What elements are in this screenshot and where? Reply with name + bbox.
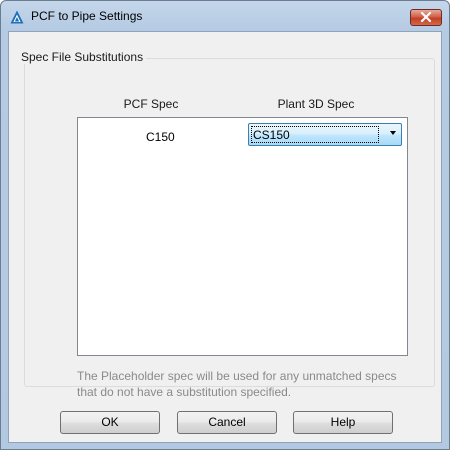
chevron-down-icon[interactable] <box>390 131 396 135</box>
close-button[interactable] <box>410 9 442 26</box>
dialog-client-area: PCF Spec Plant 3D Spec C150 CS150 The Pl… <box>8 31 442 443</box>
title-bar[interactable]: PCF to Pipe Settings <box>1 1 449 31</box>
substitutions-list[interactable]: C150 CS150 <box>77 117 408 356</box>
help-button[interactable]: Help <box>293 411 393 434</box>
spec-substitutions-group: PCF Spec Plant 3D Spec C150 CS150 The Pl… <box>24 58 435 399</box>
pcf-spec-column-header: PCF Spec <box>123 97 179 111</box>
group-label: Spec File Substitutions <box>18 50 147 64</box>
ok-button[interactable]: OK <box>60 411 160 434</box>
window-title: PCF to Pipe Settings <box>31 9 143 23</box>
placeholder-note: The Placeholder spec will be used for an… <box>77 369 397 399</box>
cancel-button[interactable]: Cancel <box>177 411 277 434</box>
autodesk-app-icon <box>10 10 24 24</box>
pcf-spec-cell: C150 <box>146 130 175 144</box>
close-icon <box>420 9 432 27</box>
plant3d-spec-selected-value: CS150 <box>251 126 379 143</box>
dialog-window: PCF to Pipe Settings PCF Spec Plant 3D S… <box>0 0 450 450</box>
plant3d-spec-dropdown[interactable]: CS150 <box>248 123 402 146</box>
plant3d-spec-column-header: Plant 3D Spec <box>277 97 355 111</box>
